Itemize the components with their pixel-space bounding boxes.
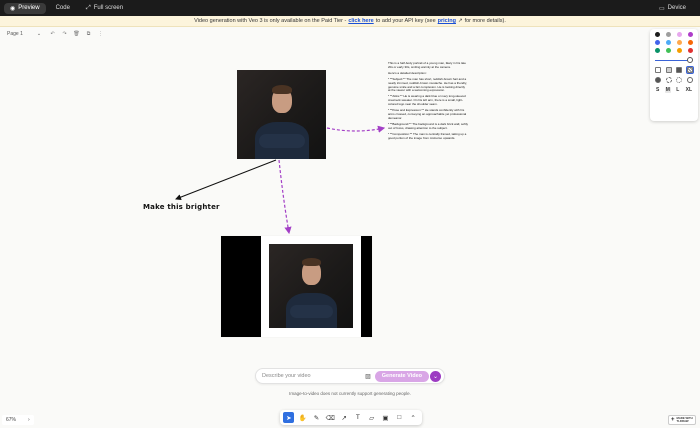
device-icon: ▭ — [658, 5, 665, 12]
description-paragraph: * **Subject:** The man has short, reddis… — [388, 76, 467, 93]
tab-preview[interactable]: ◉ Preview — [4, 2, 46, 14]
dash-solid-icon[interactable] — [686, 77, 693, 83]
color-swatch[interactable] — [676, 40, 682, 45]
draw-tool[interactable]: ✎ — [311, 412, 322, 423]
color-swatch[interactable] — [666, 48, 672, 53]
page-toolbar: Page 1 ⌄ ↶ ↷ 🗑 ⧉ ⋮ — [4, 29, 104, 39]
dash-draw-icon[interactable] — [655, 77, 661, 83]
size-l[interactable]: L — [675, 87, 680, 93]
zoom-control[interactable]: 67% › — [2, 415, 34, 425]
chevron-down-icon: ⌄ — [432, 373, 439, 380]
image-tool[interactable]: ▣ — [380, 412, 391, 423]
slider-knob[interactable] — [687, 57, 694, 63]
tab-full-screen[interactable]: ⤢ Full screen — [80, 3, 129, 14]
color-swatch[interactable] — [655, 40, 661, 45]
pricing-link[interactable]: pricing — [438, 18, 456, 24]
portrait-image-original[interactable] — [237, 70, 326, 159]
arrow-tool[interactable]: ↗ — [339, 412, 350, 423]
fill-options — [654, 66, 694, 74]
black-bar-right — [361, 236, 372, 337]
color-swatch[interactable] — [666, 32, 672, 37]
black-bar-left — [221, 236, 261, 337]
dash-dashed-icon[interactable] — [665, 77, 672, 83]
eye-icon: ◉ — [10, 5, 16, 12]
image-attach-icon[interactable]: ▨ — [365, 373, 371, 380]
size-options: S M L XL — [654, 87, 694, 93]
describe-video-input[interactable] — [262, 373, 362, 379]
description-paragraph: * **Background:** The background is a da… — [388, 121, 468, 130]
description-paragraph: This is a half-body portrait of a young … — [388, 61, 466, 69]
paid-tier-banner: Video generation with Veo 3 is only avai… — [0, 16, 700, 27]
description-paragraph: Here's a detailed description: — [388, 70, 427, 75]
fill-solid-icon[interactable] — [676, 67, 683, 73]
arrow-to-annotation — [175, 159, 277, 200]
style-panel: S M L XL — [650, 29, 698, 121]
stroke-slider[interactable] — [654, 57, 694, 63]
text-tool[interactable]: T — [352, 412, 363, 423]
description-paragraph: * **Pose and Expression:** He stands con… — [388, 108, 467, 120]
page-selector[interactable]: Page 1 ⌄ — [4, 31, 44, 37]
size-s[interactable]: S — [655, 87, 660, 93]
external-link-icon: ↗ — [457, 18, 463, 24]
canvas-arrows — [175, 125, 386, 235]
zoom-level: 67% — [6, 417, 17, 423]
delete-icon[interactable]: 🗑 — [73, 31, 80, 37]
annotation-text[interactable]: Make this brighter — [143, 203, 220, 211]
plus-icon: + — [671, 417, 675, 423]
hand-tool[interactable]: ✋ — [297, 412, 308, 423]
chevron-right-icon: › — [28, 417, 30, 423]
redo-icon[interactable]: ↷ — [61, 31, 68, 37]
generate-options-dropdown[interactable]: ⌄ — [430, 370, 441, 382]
more-tools[interactable]: ⌃ — [408, 412, 419, 423]
image-description-text[interactable]: This is a half-body portrait of a young … — [388, 61, 468, 142]
fill-none-icon[interactable] — [655, 67, 661, 73]
made-with-tldraw-badge[interactable]: + MADE WITH TLDRAW — [668, 415, 696, 425]
expand-icon: ⤢ — [85, 4, 91, 11]
note-tool[interactable]: ▱ — [366, 412, 377, 423]
size-m[interactable]: M — [664, 87, 671, 93]
fill-pattern-icon[interactable] — [685, 66, 694, 74]
description-paragraph: * **Composition:** The man is centrally … — [388, 131, 467, 140]
slider-track — [655, 59, 690, 61]
color-swatch[interactable] — [676, 48, 682, 53]
color-swatch[interactable] — [666, 40, 672, 45]
color-swatches — [654, 32, 694, 53]
eraser-tool[interactable]: ⌫ — [325, 412, 336, 423]
arrow-to-description — [326, 125, 386, 133]
dash-dotted-icon[interactable] — [676, 77, 683, 83]
tab-code[interactable]: Code — [50, 3, 76, 13]
video-prompt-bar: ▨ Generate Video ⌄ — [255, 368, 445, 384]
prompt-hint: Image-to-video does not currently suppor… — [289, 391, 411, 396]
color-swatch[interactable] — [655, 48, 661, 53]
size-xl[interactable]: XL — [685, 87, 693, 93]
description-paragraph: * **Attire:** He is wearing a dark blue … — [388, 94, 466, 107]
more-options-icon[interactable]: ⋮ — [97, 31, 104, 37]
top-bar: ◉ Preview Code ⤢ Full screen ▭ Device — [0, 0, 700, 16]
arrow-to-generated — [278, 159, 292, 235]
click-here-link[interactable]: click here — [348, 18, 373, 24]
color-swatch[interactable] — [687, 40, 693, 45]
duplicate-icon[interactable]: ⧉ — [85, 31, 92, 37]
undo-icon[interactable]: ↶ — [49, 31, 56, 37]
generate-video-button[interactable]: Generate Video — [374, 370, 429, 382]
dash-options — [654, 77, 694, 83]
color-swatch[interactable] — [687, 32, 693, 37]
portrait-image-generated[interactable] — [269, 244, 353, 328]
chevron-down-icon: ⌄ — [36, 31, 42, 37]
fill-semi-icon[interactable] — [665, 67, 672, 73]
color-swatch[interactable] — [655, 32, 661, 37]
select-tool[interactable]: ➤ — [283, 412, 295, 423]
rectangle-tool[interactable]: □ — [394, 412, 405, 423]
color-swatch[interactable] — [687, 48, 693, 53]
device-button[interactable]: ▭ Device — [653, 3, 692, 14]
drawing-toolbar: ➤ ✋ ✎ ⌫ ↗ T ▱ ▣ □ ⌃ — [280, 410, 422, 425]
color-swatch[interactable] — [676, 32, 682, 37]
